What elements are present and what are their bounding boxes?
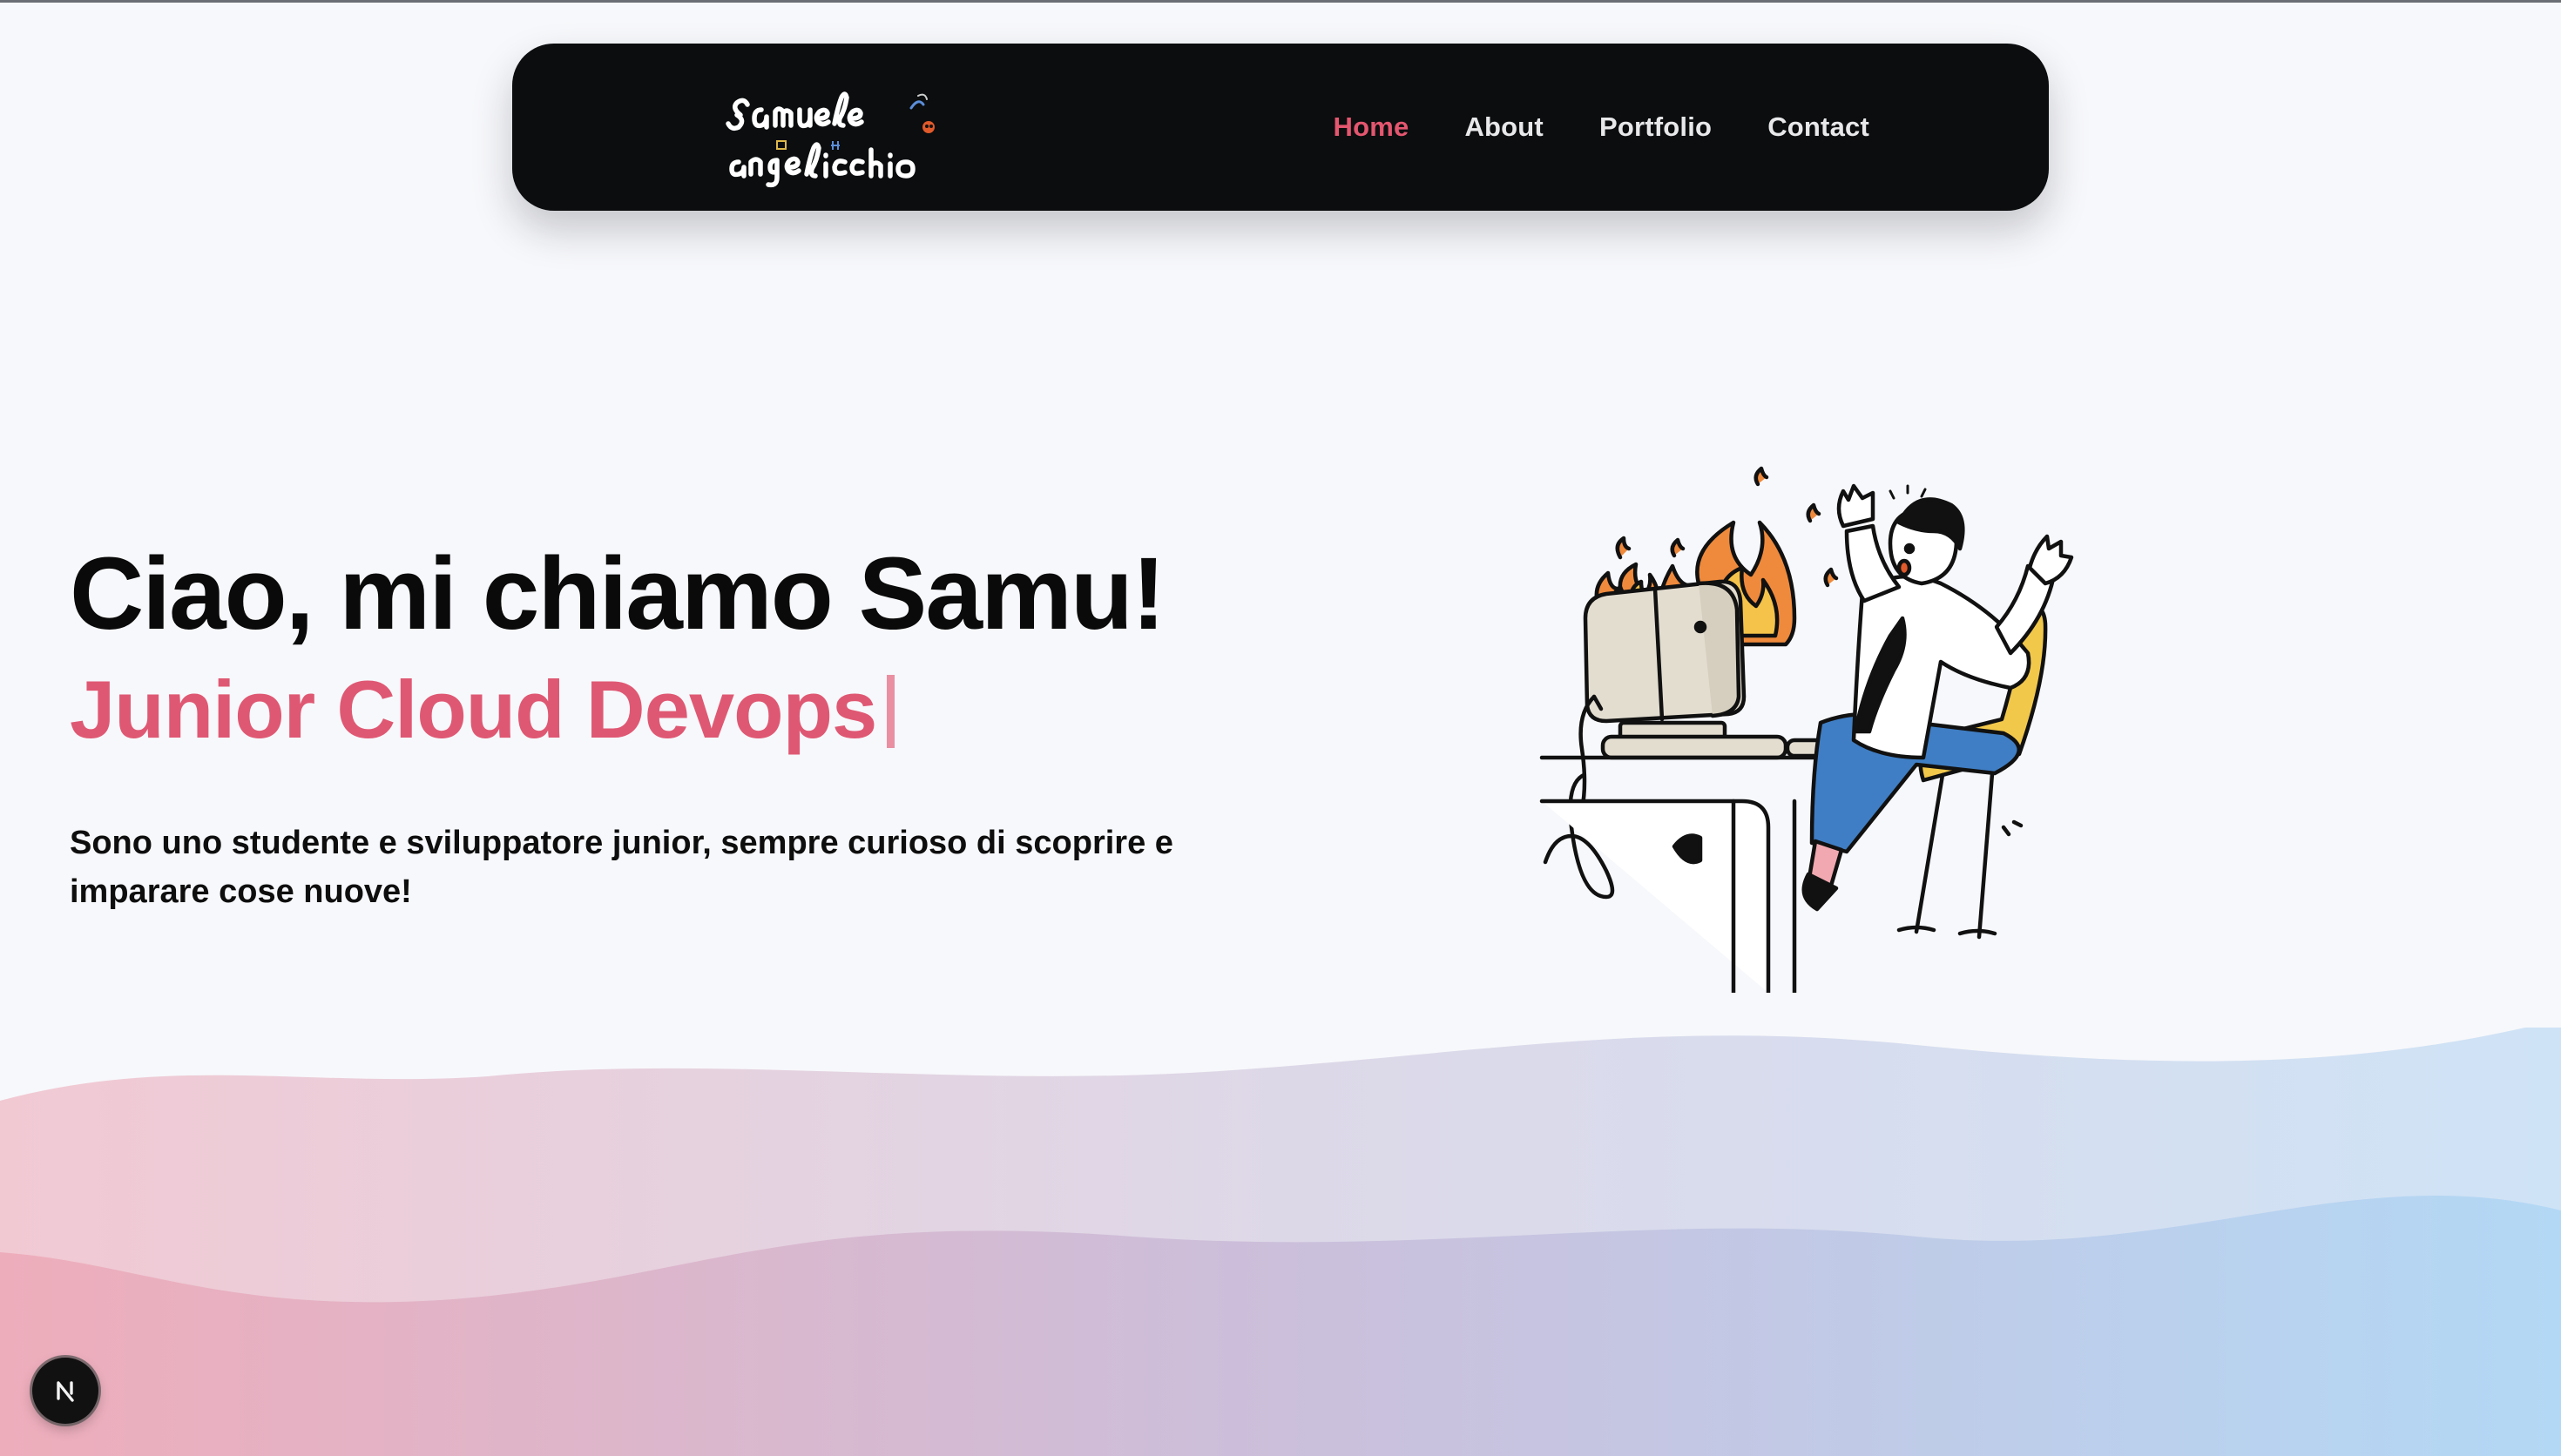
window-top-border: [0, 0, 2561, 3]
nav-link-portfolio[interactable]: Portfolio: [1599, 111, 1712, 143]
site-logo[interactable]: [721, 70, 983, 192]
burning-computer-icon: [1539, 466, 2074, 995]
nav-link-contact[interactable]: Contact: [1767, 111, 1869, 143]
nav-links: Home About Portfolio Contact: [1334, 44, 1870, 211]
navbar: Home About Portfolio Contact: [512, 44, 2049, 211]
nextjs-icon: [57, 1381, 74, 1402]
hero-title: Ciao, mi chiamo Samu!: [70, 536, 1166, 651]
nav-link-about[interactable]: About: [1464, 111, 1544, 143]
hero-typewriter-subtitle: Junior Cloud Devops: [70, 660, 895, 759]
logo-wordmark-icon: [726, 91, 935, 188]
hero-description: Sono uno studente e sviluppatore junior,…: [70, 825, 1173, 910]
developer-with-burning-computer-illustration: [1533, 462, 2108, 995]
page: Home About Portfolio Contact Ciao, mi ch…: [0, 0, 2561, 1456]
background-waves: [0, 1028, 2561, 1456]
hero-subtitle-text: Junior Cloud Devops: [70, 664, 877, 755]
nav-link-home[interactable]: Home: [1334, 111, 1409, 143]
typing-cursor: [887, 675, 895, 748]
nextjs-dev-indicator-button[interactable]: [32, 1358, 98, 1424]
